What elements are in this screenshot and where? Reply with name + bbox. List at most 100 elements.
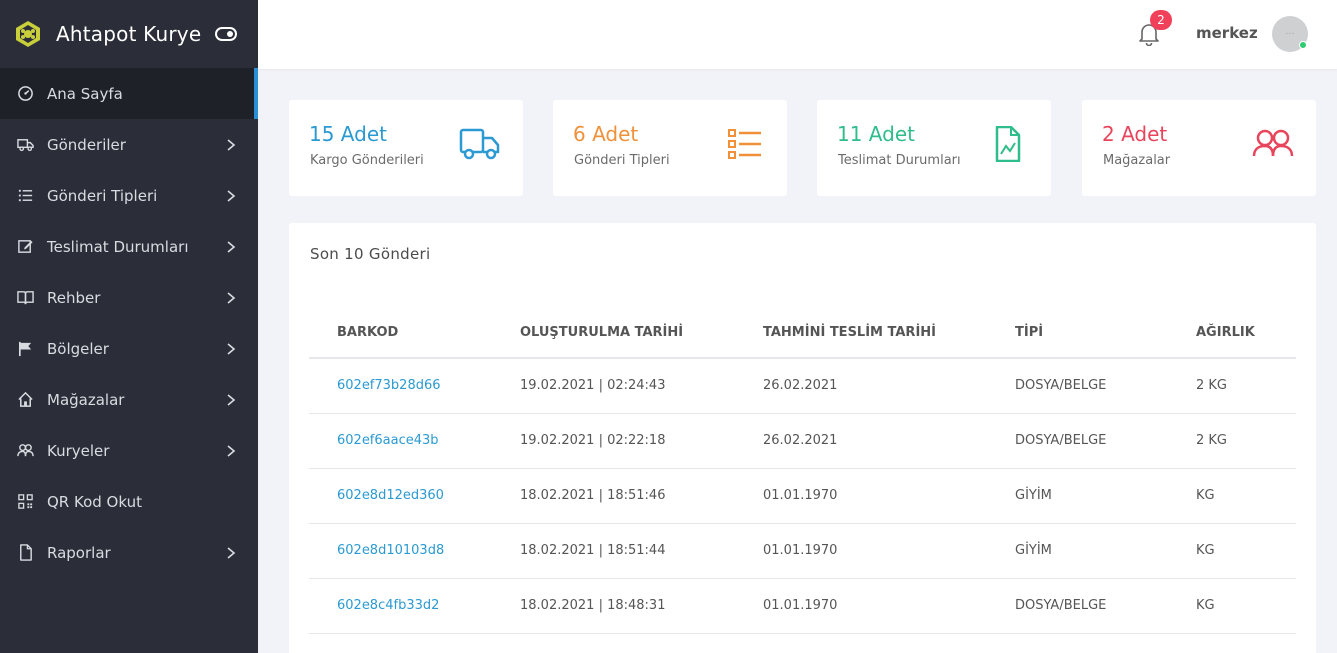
- table-row[interactable]: 602e8d10103d8 18.02.2021 | 18:51:44 01.01.…: [309, 523, 1296, 579]
- cell-estimated-delivery: 01.01.1970: [735, 578, 987, 634]
- cell-weight: 2 KG: [1168, 413, 1296, 469]
- sidebar-item-raporlar[interactable]: Raporlar: [0, 527, 258, 578]
- sidebar-item-teslimat-durumları[interactable]: Teslimat Durumları: [0, 221, 258, 272]
- flag-icon: [16, 340, 34, 358]
- cell-type: DOSYA/BELGE: [987, 578, 1168, 634]
- cell-estimated-delivery: 01.01.1970: [735, 523, 987, 579]
- list-icon: [728, 129, 761, 159]
- truck-icon: [459, 128, 500, 160]
- table-row[interactable]: 602ef6aace43b 19.02.2021 | 02:22:18 26.02.…: [309, 413, 1296, 469]
- sidebar-item-rehber[interactable]: Rehber: [0, 272, 258, 323]
- panel-title: Son 10 Gönderi: [310, 245, 431, 263]
- chevron-right-icon: [227, 546, 236, 559]
- notification-badge: 2: [1150, 10, 1172, 30]
- qr-icon: [16, 493, 34, 511]
- column-header-barcode: BARKOD: [309, 307, 492, 359]
- cell-created: 18.02.2021 | 18:51:46: [492, 468, 735, 524]
- chevron-right-icon: [227, 393, 236, 406]
- sidebar-item-label: Bölgeler: [47, 339, 109, 358]
- cell-barcode[interactable]: 602e8d12ed360: [309, 468, 492, 524]
- sidebar-item-bölgeler[interactable]: Bölgeler: [0, 323, 258, 374]
- cell-barcode[interactable]: 602e8c4fb33d2: [309, 578, 492, 634]
- column-header-type: TİPİ: [987, 307, 1168, 359]
- chevron-right-icon: [227, 291, 236, 304]
- topbar: 2 merkez ···: [258, 0, 1337, 69]
- cell-weight: KG: [1168, 468, 1296, 524]
- chevron-right-icon: [227, 138, 236, 151]
- cell-weight: 2 KG: [1168, 358, 1296, 414]
- table-header-row: BARKOD OLUŞTURULMA TARİHİ TAHMİNİ TESLİM…: [309, 307, 1296, 359]
- stat-value: 15 Adet: [309, 122, 387, 146]
- column-header-estimated-delivery: TAHMİNİ TESLİM TARİHİ: [735, 307, 987, 359]
- sidebar-item-gönderiler[interactable]: Gönderiler: [0, 119, 258, 170]
- stat-label: Mağazalar: [1103, 153, 1171, 168]
- users-icon: [1252, 129, 1294, 157]
- stat-card-kargo[interactable]: 15 Adet Kargo Gönderileri: [289, 100, 523, 196]
- sidebar-item-label: Gönderi Tipleri: [47, 186, 158, 205]
- home-icon: [16, 391, 34, 409]
- cell-created: 18.02.2021 | 18:48:31: [492, 578, 735, 634]
- sidebar-item-ana-sayfa[interactable]: Ana Sayfa: [0, 68, 258, 119]
- chevron-right-icon: [227, 189, 236, 202]
- sidebar-item-label: Ana Sayfa: [47, 84, 123, 103]
- sidebar-item-label: Rehber: [47, 288, 101, 307]
- cell-weight: KG: [1168, 523, 1296, 579]
- table-row[interactable]: 602ef73b28d66 19.02.2021 | 02:24:43 26.02.…: [309, 358, 1296, 414]
- chevron-right-icon: [227, 342, 236, 355]
- cell-created: 19.02.2021 | 02:22:18: [492, 413, 735, 469]
- stat-label: Teslimat Durumları: [838, 153, 961, 168]
- cell-created: 18.02.2021 | 18:51:44: [492, 523, 735, 579]
- stat-card-magazalar[interactable]: 2 Adet Mağazalar: [1082, 100, 1316, 196]
- logo-icon: [16, 21, 40, 47]
- stat-label: Gönderi Tipleri: [574, 153, 670, 168]
- cell-weight: KG: [1168, 578, 1296, 634]
- dashboard-icon: [16, 85, 34, 103]
- cell-barcode[interactable]: 602ef73b28d66: [309, 358, 492, 414]
- sidebar-item-label: Kuryeler: [47, 441, 110, 460]
- sidebar-item-qr-kod-okut[interactable]: QR Kod Okut: [0, 476, 258, 527]
- cell-estimated-delivery: 01.01.1970: [735, 468, 987, 524]
- cell-created: 19.02.2021 | 02:24:43: [492, 358, 735, 414]
- cell-barcode[interactable]: 602ef6aace43b: [309, 413, 492, 469]
- column-header-weight: AĞIRLIK: [1168, 307, 1296, 359]
- cell-type: DOSYA/BELGE: [987, 358, 1168, 414]
- file-icon: [16, 544, 34, 562]
- cell-estimated-delivery: 26.02.2021: [735, 358, 987, 414]
- online-status-dot: [1299, 41, 1307, 49]
- username[interactable]: merkez: [1196, 24, 1258, 42]
- stat-card-teslimat-durumlari[interactable]: 11 Adet Teslimat Durumları: [817, 100, 1051, 196]
- truck-icon: [16, 136, 34, 154]
- sidebar-item-kuryeler[interactable]: Kuryeler: [0, 425, 258, 476]
- stat-card-gonderi-tipleri[interactable]: 6 Adet Gönderi Tipleri: [553, 100, 787, 196]
- sidebar-item-label: Teslimat Durumları: [47, 237, 189, 256]
- list-icon: [16, 187, 34, 205]
- brand[interactable]: Ahtapot Kurye: [0, 0, 258, 68]
- chevron-right-icon: [227, 240, 236, 253]
- recent-shipments-panel: Son 10 Gönderi BARKOD OLUŞTURULMA TARİHİ…: [289, 223, 1316, 653]
- sidebar-item-label: Mağazalar: [47, 390, 125, 409]
- table-row[interactable]: 602e8c4fb33d2 18.02.2021 | 18:48:31 01.01.…: [309, 578, 1296, 634]
- sidebar-item-label: QR Kod Okut: [47, 492, 142, 511]
- sidebar-item-label: Raporlar: [47, 543, 111, 562]
- cell-estimated-delivery: 26.02.2021: [735, 413, 987, 469]
- stat-value: 11 Adet: [837, 122, 915, 146]
- stat-value: 6 Adet: [573, 122, 639, 146]
- chevron-right-icon: [227, 444, 236, 457]
- sidebar-item-gönderi-tipleri[interactable]: Gönderi Tipleri: [0, 170, 258, 221]
- users-icon: [16, 442, 34, 460]
- sidebar-menu: Ana Sayfa Gönderiler Gönderi Tipleri Teslim…: [0, 68, 258, 578]
- sidebar: Ahtapot Kurye Ana Sayfa Gönderiler Gönderi…: [0, 0, 258, 653]
- app-title: Ahtapot Kurye: [56, 22, 202, 46]
- chart-file-icon: [995, 126, 1021, 162]
- cell-type: DOSYA/BELGE: [987, 413, 1168, 469]
- cell-type: GİYİM: [987, 468, 1168, 524]
- table-row[interactable]: 602e8d12ed360 18.02.2021 | 18:51:46 01.01.…: [309, 468, 1296, 524]
- column-header-created: OLUŞTURULMA TARİHİ: [492, 307, 735, 359]
- sidebar-item-label: Gönderiler: [47, 135, 126, 154]
- sidebar-item-mağazalar[interactable]: Mağazalar: [0, 374, 258, 425]
- edit-icon: [16, 238, 34, 256]
- sidebar-toggle-icon[interactable]: [215, 27, 238, 41]
- cell-barcode[interactable]: 602e8d10103d8: [309, 523, 492, 579]
- cell-type: GİYİM: [987, 523, 1168, 579]
- book-icon: [16, 289, 34, 307]
